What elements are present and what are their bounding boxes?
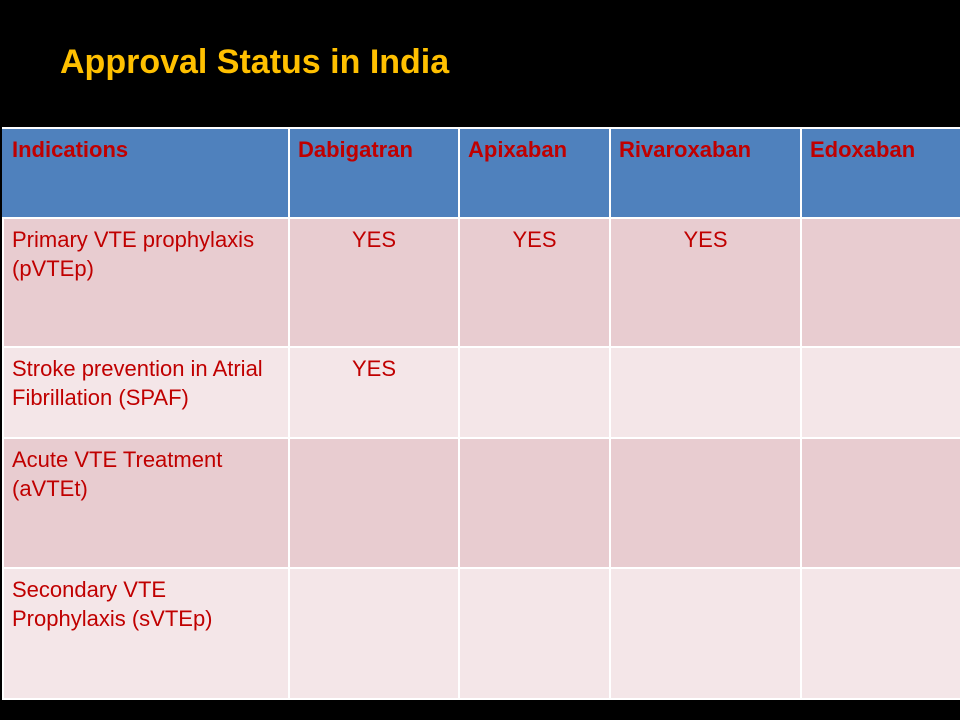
rivaroxaban-cell [609,437,802,569]
dabigatran-cell: YES [288,217,460,348]
indication-cell: Primary VTE prophylaxis (pVTEp) [2,217,290,348]
rivaroxaban-cell: YES [609,217,802,348]
table-row: Acute VTE Treatment (aVTEt) [2,437,960,569]
dabigatran-cell: YES [288,346,460,439]
table-row: Secondary VTE Prophylaxis (sVTEp) [2,567,960,700]
edoxaban-cell [800,346,960,439]
edoxaban-cell [800,217,960,348]
indication-cell: Acute VTE Treatment (aVTEt) [2,437,290,569]
dabigatran-cell [288,437,460,569]
approval-status-table: Indications Dabigatran Apixaban Rivaroxa… [2,127,960,700]
header-dabigatran: Dabigatran [288,127,460,219]
edoxaban-cell [800,567,960,700]
rivaroxaban-cell [609,346,802,439]
apixaban-cell: YES [458,217,611,348]
header-apixaban: Apixaban [458,127,611,219]
indication-cell: Secondary VTE Prophylaxis (sVTEp) [2,567,290,700]
edoxaban-cell [800,437,960,569]
table-row: Stroke prevention in Atrial Fibrillation… [2,346,960,439]
apixaban-cell [458,437,611,569]
header-rivaroxaban: Rivaroxaban [609,127,802,219]
dabigatran-cell [288,567,460,700]
rivaroxaban-cell [609,567,802,700]
approval-table-container: Indications Dabigatran Apixaban Rivaroxa… [2,127,960,700]
table-header-row: Indications Dabigatran Apixaban Rivaroxa… [2,127,960,219]
apixaban-cell [458,567,611,700]
indication-cell: Stroke prevention in Atrial Fibrillation… [2,346,290,439]
apixaban-cell [458,346,611,439]
table-row: Primary VTE prophylaxis (pVTEp) YES YES … [2,217,960,348]
slide-title: Approval Status in India [60,43,450,81]
header-edoxaban: Edoxaban [800,127,960,219]
header-indications: Indications [2,127,290,219]
